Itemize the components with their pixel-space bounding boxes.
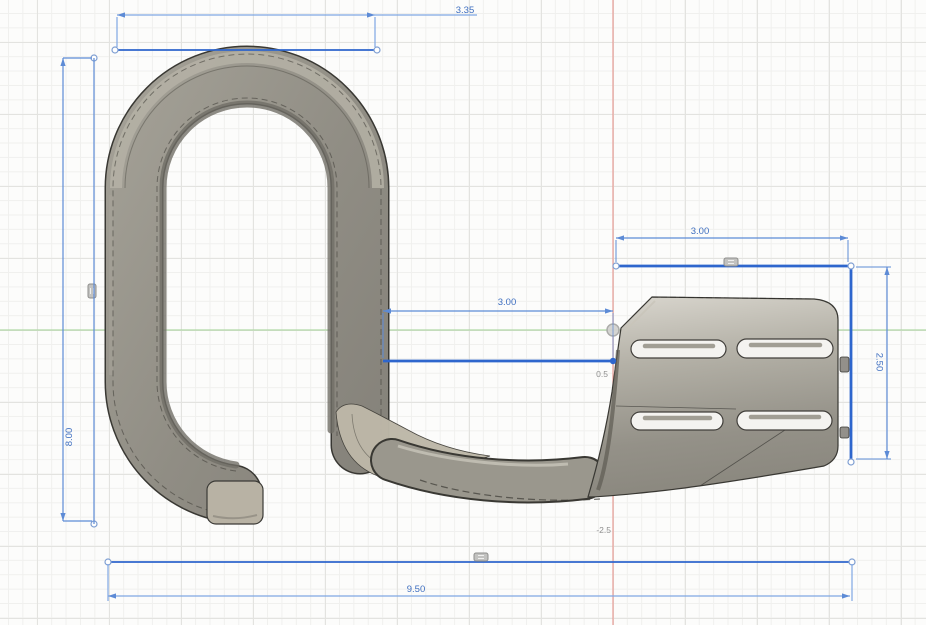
dimension-hook-to-axis-value[interactable]: 3.00	[498, 297, 517, 308]
dimension-plate-width: 3.00	[616, 226, 848, 262]
grip-plate-top-line[interactable]	[724, 258, 738, 266]
plate-face[interactable]	[588, 297, 838, 497]
arrowhead	[884, 451, 889, 459]
hook-body[interactable]	[111, 54, 381, 515]
dimension-top-width-value[interactable]: 3.35	[456, 5, 475, 16]
arrowhead	[884, 267, 889, 275]
arrowhead	[60, 513, 65, 521]
grid-label-lower: -2.5	[596, 525, 611, 535]
dimension-plate-height: 2.50	[856, 267, 891, 459]
arrowhead	[840, 235, 848, 240]
endpoint[interactable]	[374, 47, 380, 53]
arm[interactable]	[392, 446, 600, 500]
dimension-top-width: 3.35	[117, 5, 477, 47]
grip-bottom-line[interactable]	[474, 553, 488, 561]
plate-slot-top-left[interactable]	[631, 340, 726, 358]
dimension-overall-width-value[interactable]: 9.50	[407, 584, 426, 595]
arrowhead	[367, 12, 375, 17]
sketch-point[interactable]	[610, 358, 616, 364]
arrowhead	[842, 593, 850, 598]
arrowhead	[117, 12, 125, 17]
dimension-hook-to-axis: 3.00	[383, 297, 613, 358]
arrowhead	[605, 308, 613, 313]
hook-inner-shading	[163, 104, 331, 465]
endpoint[interactable]	[112, 47, 118, 53]
plate-slot-top-right[interactable]	[737, 339, 833, 358]
dimension-plate-width-value[interactable]: 3.00	[691, 226, 710, 237]
dimension-left-height-value[interactable]: 8.00	[64, 428, 75, 447]
arrowhead	[616, 235, 624, 240]
hook-tip[interactable]	[207, 481, 263, 524]
plate-right-tab-upper	[840, 357, 849, 372]
plate-slot-bottom-right[interactable]	[737, 411, 832, 430]
dimension-plate-height-value[interactable]: 2.50	[873, 353, 884, 372]
plate-right-tab-lower	[840, 427, 849, 438]
grid-label-upper: 0.5	[596, 369, 608, 379]
sketch-canvas-svg: 3.35 8.00 3.00 3.00 2.50	[0, 0, 926, 625]
arrowhead	[108, 593, 116, 598]
cad-viewport[interactable]: 3.35 8.00 3.00 3.00 2.50	[0, 0, 926, 625]
grip-left-witness[interactable]	[88, 284, 96, 298]
endpoint[interactable]	[613, 263, 619, 269]
hook-tangent-edge-inner	[157, 98, 337, 471]
plate-slot-bottom-left[interactable]	[631, 412, 723, 430]
endpoint[interactable]	[848, 459, 854, 465]
arrowhead	[60, 58, 65, 66]
endpoint[interactable]	[848, 263, 854, 269]
dimension-overall-width: 9.50	[108, 564, 852, 601]
mounting-plate[interactable]	[588, 297, 849, 497]
hook-face[interactable]	[134, 75, 360, 494]
